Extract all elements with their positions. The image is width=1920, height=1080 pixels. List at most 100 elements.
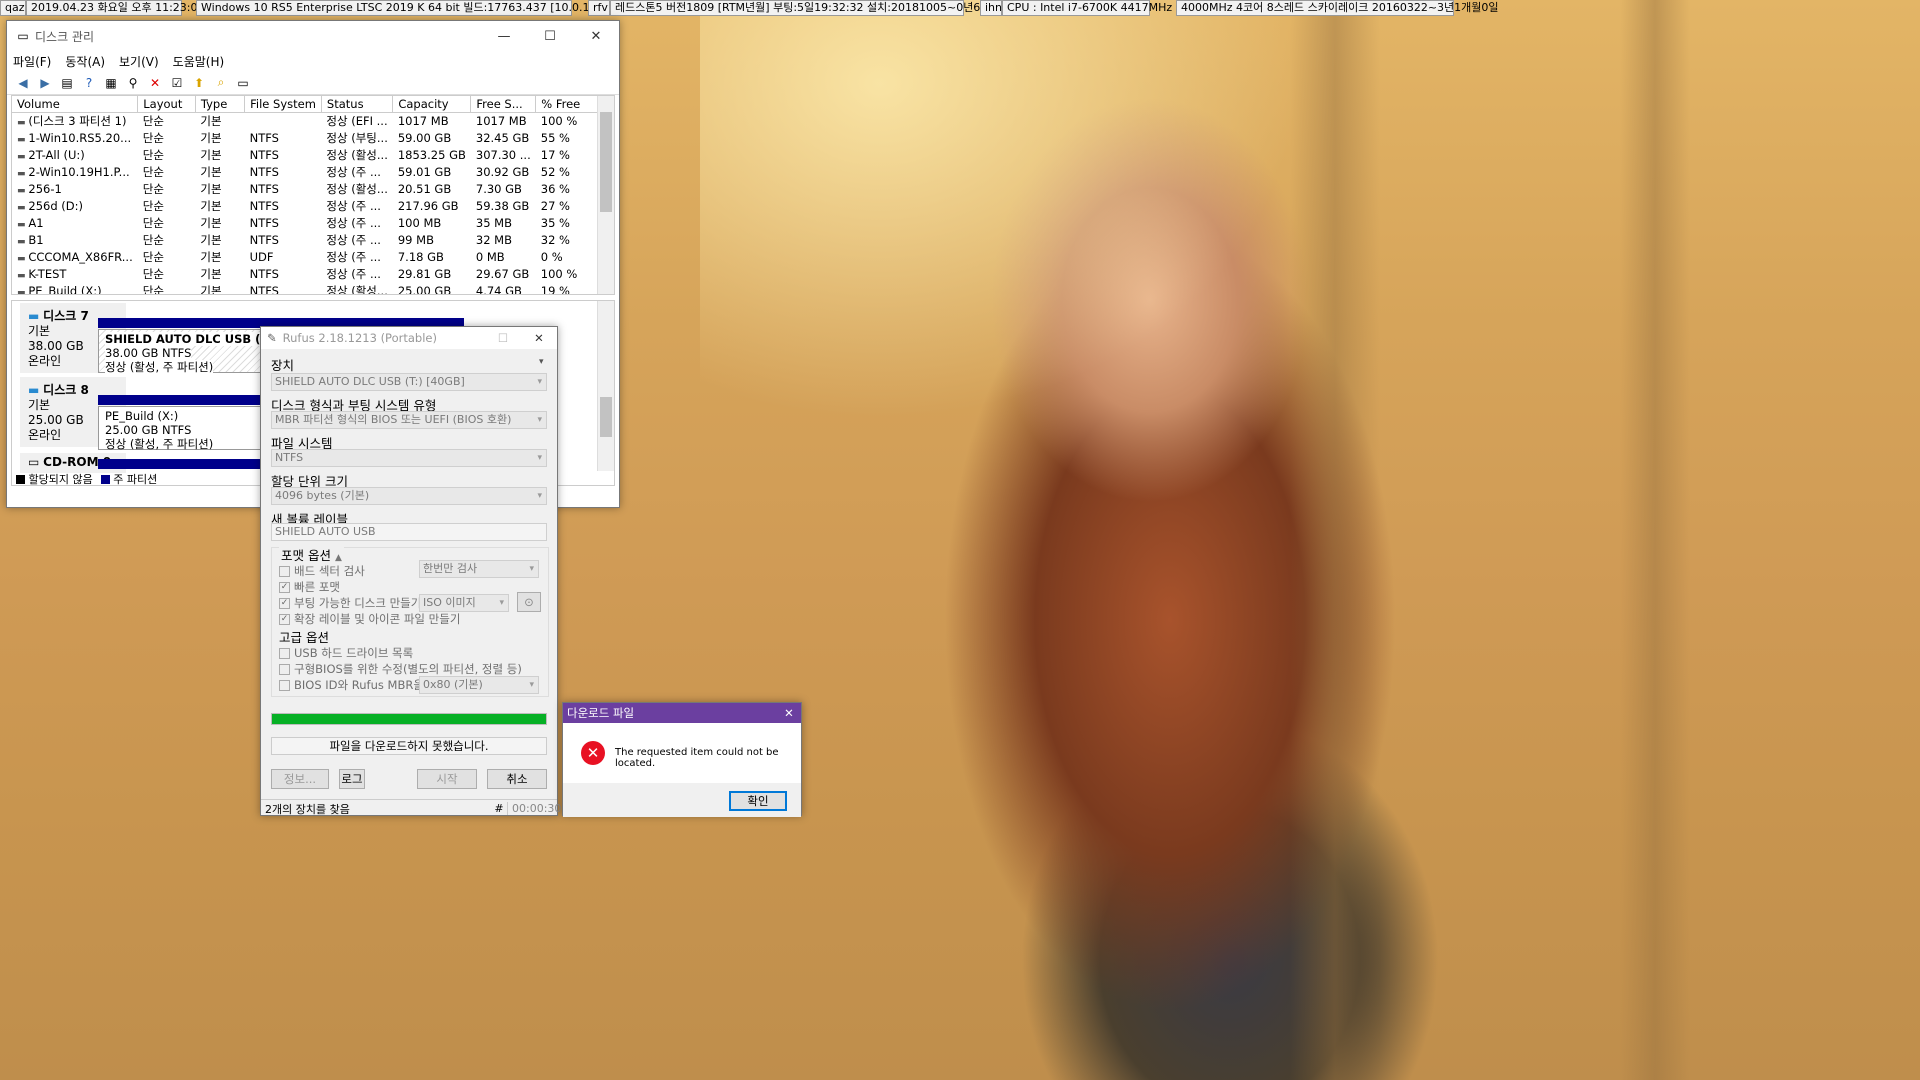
volume-name-cell: ▬ 2T-All (U:) [12,146,138,163]
table-row[interactable]: ▬ 2T-All (U:) 단순 기본 NTFS 정상 (활성... 1853.25 GB… [12,146,599,163]
bios-id-select[interactable]: 0x80 (기본) ▾ [419,676,539,694]
chevron-down-icon: ▾ [537,415,542,425]
column-header[interactable]: % Free [535,96,599,113]
volume-name-cell: ▬ CCCOMA_X86FR... [12,248,138,265]
dialog-title: 다운로드 파일 [567,706,635,720]
table-row[interactable]: ▬ PE_Build (X:) 단순 기본 NTFS 정상 (활성... 25.00 GB… [12,282,599,295]
log-button[interactable]: 로그 [339,769,365,789]
table-row[interactable]: ▬ 2-Win10.19H1.P... 단순 기본 NTFS 정상 (주 ... 59.0… [12,163,599,180]
table-row[interactable]: ▬ (디스크 3 파티션 1) 단순 기본 정상 (EFI ... 1017 MB 101… [12,112,599,129]
import-icon[interactable]: ⬆ [191,75,207,91]
filesystem-select[interactable]: NTFS ▾ [271,449,547,467]
table-cell [245,112,322,129]
volume-name: PE_Build (X:) [28,283,102,295]
table-cell: 32.45 GB [475,130,530,145]
scrollbar-thumb[interactable] [600,112,612,212]
old-bios-checkbox[interactable]: 구형BIOS를 위한 수정(별도의 파티션, 정렬 등) [279,661,522,677]
minimize-button[interactable]: — [481,21,527,51]
chevron-down-icon: ▾ [529,564,534,574]
show-pane-icon[interactable]: ▤ [59,75,75,91]
maximize-button[interactable]: ☐ [527,21,573,51]
table-cell: 27 % [540,198,570,213]
table-cell: 19 % [540,283,570,295]
volume-label-input[interactable]: SHIELD AUTO USB [271,523,547,541]
boot-type-select[interactable]: ISO 이미지 ▾ [419,594,509,612]
table-cell: 기본 [200,198,222,213]
volume-name: 256d (D:) [28,198,83,213]
forward-icon[interactable]: ▶ [37,75,53,91]
menu-help[interactable]: 도움말(H) [173,53,225,70]
legend-swatch [16,475,25,484]
table-cell: NTFS [249,147,279,162]
quick-format-checkbox[interactable]: ✓ 빠른 포맷 [279,579,340,595]
table-cell: 정상 (활성... [326,147,388,162]
disk-name: 디스크 7 [43,309,89,323]
column-header[interactable]: File System [244,96,322,113]
hash-button[interactable]: # [491,802,507,815]
bootable-checkbox[interactable]: ✓ 부팅 가능한 디스크 만들기 [279,595,421,611]
settings-icon[interactable]: ▭ [235,75,251,91]
table-row[interactable]: ▬ K-TEST 단순 기본 NTFS 정상 (주 ... 29.81 GB 29.67 G… [12,265,599,282]
usb-hdd-checkbox[interactable]: USB 하드 드라이브 목록 [279,645,413,661]
table-row[interactable]: ▬ 256-1 단순 기본 NTFS 정상 (활성... 20.51 GB 7.30 GB 3… [12,180,599,197]
column-header[interactable]: Layout [137,96,196,113]
column-header[interactable]: Volume [12,96,139,113]
close-button[interactable]: ✕ [521,331,557,345]
table-cell: 단순 [142,215,164,230]
device-select[interactable]: SHIELD AUTO DLC USB (T:) [40GB] ▾ [271,373,547,391]
cluster-size-select[interactable]: 4096 bytes (기본) ▾ [271,487,547,505]
select-image-button[interactable]: ⊙ [517,592,541,612]
bad-sectors-checkbox[interactable]: 배드 섹터 검사 [279,563,365,579]
graphical-scrollbar[interactable] [597,301,614,471]
error-message: The requested item could not be located. [615,747,779,769]
column-header[interactable]: Type [195,96,246,113]
close-button[interactable]: ✕ [573,21,619,51]
check-icon[interactable]: ☑ [169,75,185,91]
device-menu-icon[interactable]: ▾ [539,357,544,367]
back-icon[interactable]: ◀ [15,75,31,91]
chevron-down-icon: ▾ [529,680,534,690]
table-cell: 기본 [200,113,222,128]
volume-icon: ▬ [17,270,29,281]
table-row[interactable]: ▬ B1 단순 기본 NTFS 정상 (주 ... 99 MB 32 MB 32 % [12,231,599,248]
disk-icon: ▬ [28,309,40,323]
maximize-button[interactable]: ☐ [485,331,521,345]
about-button[interactable]: 정보... [271,769,329,789]
ok-button[interactable]: 확인 [729,791,787,811]
toolbar: ◀ ▶ ▤ ? ▦ ⚲ ✕ ☑ ⬆ ⌕ ▭ [7,71,619,95]
chevron-down-icon: ▾ [537,491,542,501]
error-icon: ✕ [581,741,605,765]
table-row[interactable]: ▬ 1-Win10.RS5.20... 단순 기본 NTFS 정상 (부팅... 59.0… [12,129,599,146]
column-header[interactable]: Free S... [470,96,537,113]
close-button[interactable]: ✕ [777,706,801,720]
collapse-icon[interactable]: ▲ [335,553,342,563]
menu-view[interactable]: 보기(V) [119,53,159,70]
column-header[interactable]: Status [321,96,394,113]
partition-scheme-select[interactable]: MBR 파티션 형식의 BIOS 또는 UEFI (BIOS 호환) ▾ [271,411,547,429]
menu-action[interactable]: 동작(A) [65,53,105,70]
extended-label-checkbox[interactable]: ✓ 확장 레이블 및 아이콘 파일 만들기 [279,611,460,627]
table-cell: NTFS [249,130,279,145]
table-cell: 기본 [200,266,222,281]
legend: 할당되지 않음 주 파티션 [16,471,157,485]
table-cell: 정상 (주 ... [326,164,381,179]
connect-icon[interactable]: ⚲ [125,75,141,91]
info-cell: Windows 10 RS5 Enterprise LTSC 2019 K 64… [196,0,646,16]
table-row[interactable]: ▬ CCCOMA_X86FR... 단순 기본 UDF 정상 (주 ... 7.18 GB… [12,248,599,265]
start-button[interactable]: 시작 [417,769,477,789]
table-row[interactable]: ▬ A1 단순 기본 NTFS 정상 (주 ... 100 MB 35 MB 35 % [12,214,599,231]
bad-passes-select[interactable]: 한번만 검사 ▾ [419,560,539,578]
cancel-button[interactable]: 취소 [487,769,547,789]
menu-file[interactable]: 파일(F) [13,53,51,70]
scrollbar-thumb[interactable] [600,397,612,437]
properties-icon[interactable]: ▦ [103,75,119,91]
disk-management-icon: ▭ [17,29,29,43]
rufus-window: ✎ Rufus 2.18.1213 (Portable) ☐ ✕ 장치 ▾ SH… [260,326,561,816]
column-header[interactable]: Capacity [392,96,472,113]
volume-list-scrollbar[interactable] [597,96,614,294]
volume-list: Volume Layout Type File System Status Ca… [11,95,615,295]
help-icon[interactable]: ? [81,75,97,91]
table-row[interactable]: ▬ 256d (D:) 단순 기본 NTFS 정상 (주 ... 217.96 GB 59.… [12,197,599,214]
delete-icon[interactable]: ✕ [147,75,163,91]
search-icon[interactable]: ⌕ [213,75,229,91]
